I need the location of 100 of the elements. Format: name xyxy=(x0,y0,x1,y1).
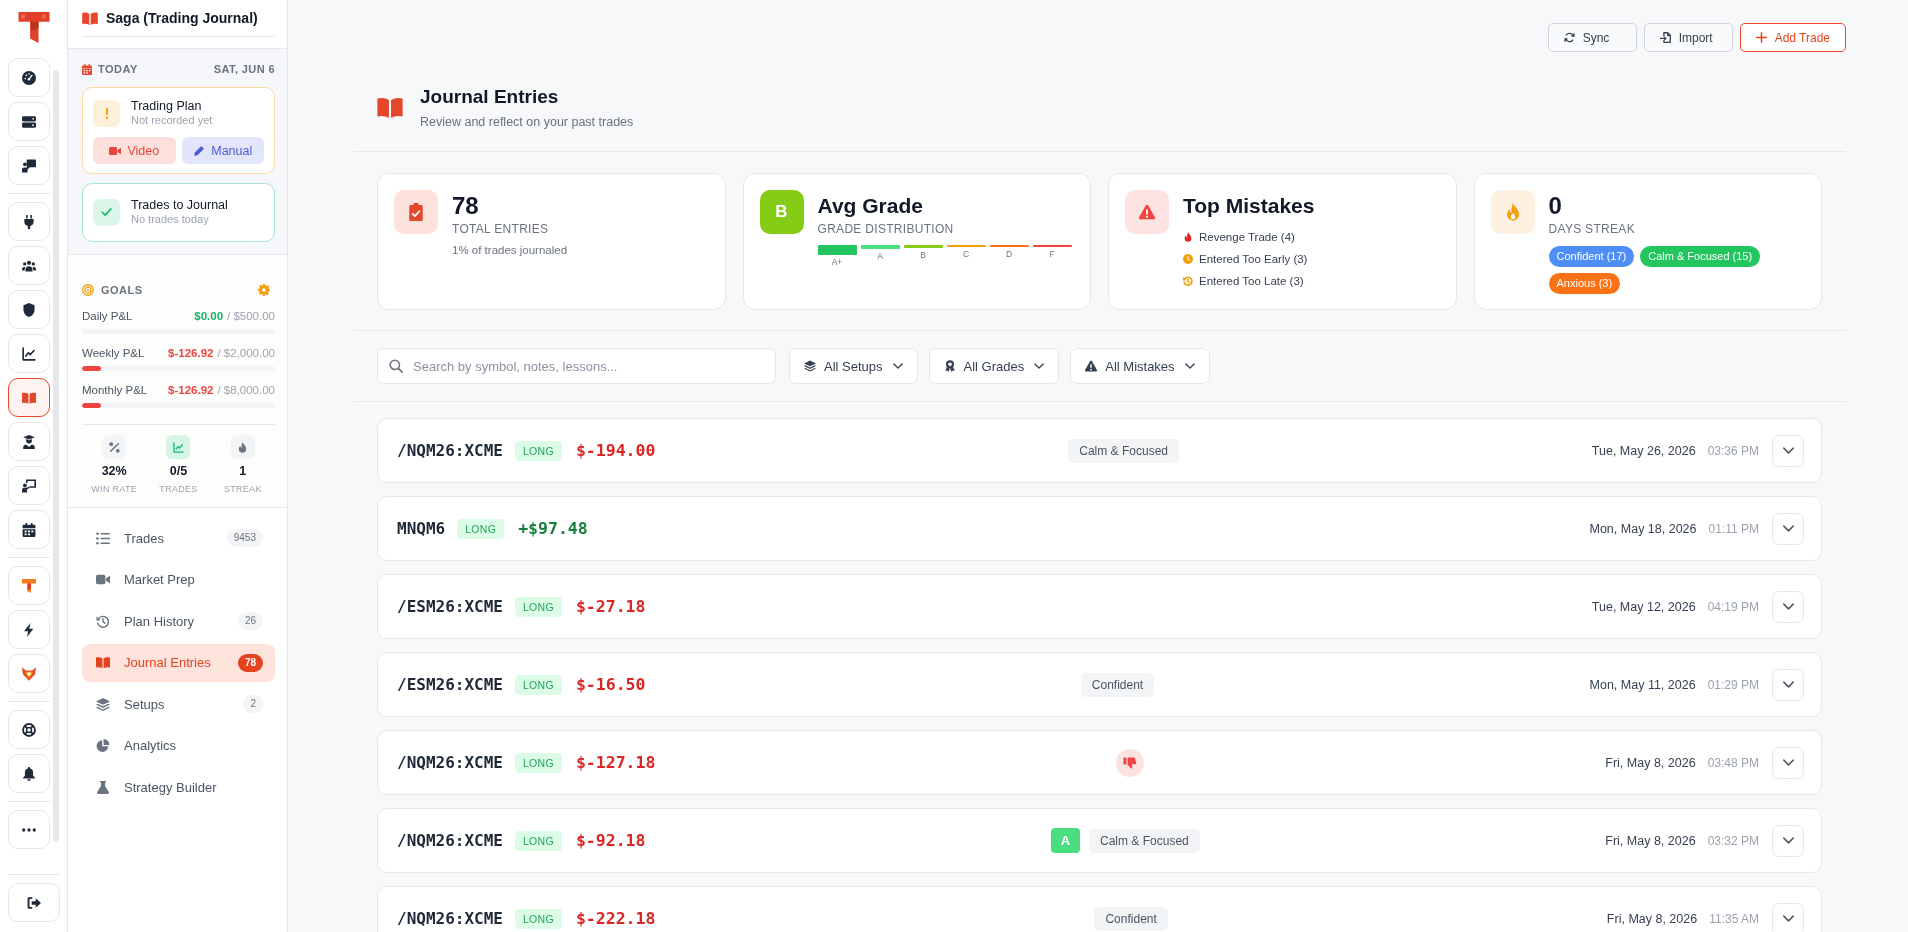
app-title: Saga (Trading Journal) xyxy=(106,10,258,26)
goal-target: / $2,000.00 xyxy=(217,347,275,359)
stat-note: 1% of trades journaled xyxy=(452,243,568,258)
layers-icon xyxy=(96,697,110,711)
mood-tag: Confident xyxy=(1080,672,1155,697)
stat-label: STREAK xyxy=(223,483,262,495)
clipboard-check-icon xyxy=(394,190,438,234)
side-badge: LONG xyxy=(514,440,562,461)
nav-item[interactable]: Setups 2 xyxy=(82,685,275,723)
caret-icon xyxy=(1184,363,1195,369)
filter-dropdown[interactable]: All Grades xyxy=(928,348,1060,384)
trade-row[interactable]: /NQM26:XCME LONG $-222.18 Confident Fri, May 8, 2026 11:35 AM xyxy=(377,886,1822,932)
trade-row[interactable]: MNQM6 LONG +$97.48 Mon, May 18, 2026 01:11 PM xyxy=(377,496,1822,561)
trade-row[interactable]: /ESM26:XCME LONG $-16.50 Confident Mon, May 11, 2026 01:29 PM xyxy=(377,652,1822,717)
expand-button[interactable] xyxy=(1772,668,1804,701)
expand-button[interactable] xyxy=(1772,434,1804,467)
bolt-icon xyxy=(22,622,36,637)
nav-item[interactable]: Analytics xyxy=(82,726,275,765)
card-title: Trades to Journal xyxy=(131,198,228,212)
shield-icon xyxy=(22,302,36,317)
side-badge: LONG xyxy=(457,518,505,539)
side-badge: LONG xyxy=(514,596,562,617)
grade-label: A xyxy=(877,251,883,261)
trade-time: 01:11 PM xyxy=(1708,521,1759,536)
logout-icon xyxy=(27,895,41,910)
nav-item[interactable]: Journal Entries 78 xyxy=(82,643,275,682)
mistake-label: Entered Too Late (3) xyxy=(1199,275,1304,287)
count-badge: 26 xyxy=(237,612,263,630)
count-badge: 78 xyxy=(237,653,263,672)
trade-row[interactable]: /ESM26:XCME LONG $-27.18 Tue, May 12, 2026 04:19 PM xyxy=(377,574,1822,639)
users-icon xyxy=(22,258,36,273)
nav-item[interactable]: Trades 9453 xyxy=(82,519,275,557)
calendar-icon xyxy=(22,522,36,537)
nav-item[interactable]: Market Prep xyxy=(82,560,275,599)
grade-label: D xyxy=(1005,249,1013,259)
pnl-value: $-194.00 xyxy=(575,441,656,460)
side-badge: LONG xyxy=(514,830,562,851)
book-icon xyxy=(82,11,98,25)
goal-value: $0.00 xyxy=(194,310,224,322)
expand-button[interactable] xyxy=(1772,902,1804,932)
expand-button[interactable] xyxy=(1772,824,1804,857)
card-title: Trading Plan xyxy=(131,99,203,113)
expand-button[interactable] xyxy=(1772,590,1804,623)
trade-symbol: /ESM26:XCME xyxy=(397,675,503,694)
goal-value: $-126.92 xyxy=(168,384,214,396)
search-field[interactable]: Search by symbol, notes, lessons... xyxy=(377,348,776,384)
trade-row[interactable]: /NQM26:XCME LONG $-127.18 Fri, May 8, 2026 03:48 PM xyxy=(377,730,1822,795)
trade-date: Fri, May 8, 2026 xyxy=(1605,755,1696,770)
pie-chart-icon xyxy=(96,739,110,752)
nav-item[interactable]: Plan History 26 xyxy=(82,602,275,640)
import-button[interactable]: Import xyxy=(1643,23,1733,52)
pnl-value: $-222.18 xyxy=(575,909,656,928)
manual-button[interactable]: Manual xyxy=(181,137,264,164)
side-badge: LONG xyxy=(514,674,562,695)
stat-label: TRADES xyxy=(159,483,198,495)
goal-name: Weekly P&L xyxy=(82,347,145,359)
gauge-icon xyxy=(22,70,36,85)
plus-icon xyxy=(1755,32,1767,43)
trade-time: 01:29 PM xyxy=(1707,677,1759,692)
chevron-down-icon xyxy=(1782,603,1794,610)
book-icon xyxy=(22,390,36,405)
fire-icon xyxy=(1490,190,1535,234)
trade-symbol: /NQM26:XCME xyxy=(397,441,503,460)
scrollbar[interactable] xyxy=(53,70,59,842)
trade-symbol: /NQM26:XCME xyxy=(397,753,503,772)
stat-label: WIN RATE xyxy=(91,483,138,495)
trade-row[interactable]: /NQM26:XCME LONG $-194.00 Calm & Focused Tue, May 26, 2026 03:36 PM xyxy=(377,418,1822,483)
stat-value: Top Mistakes xyxy=(1183,193,1315,219)
trade-time: 11:35 AM xyxy=(1709,911,1759,926)
calendar-icon xyxy=(82,63,92,75)
stat-label: DAYS STREAK xyxy=(1548,221,1636,237)
trade-row[interactable]: /NQM26:XCME LONG $-92.18 A Calm & Focused Fri, May 8, 2026 03:32 PM xyxy=(377,808,1822,873)
side-badge: LONG xyxy=(514,752,562,773)
logout-button[interactable] xyxy=(8,883,60,922)
section-label: GOALS xyxy=(101,284,143,296)
expand-button[interactable] xyxy=(1772,746,1804,779)
mistake-label: Revenge Trade (4) xyxy=(1199,231,1295,243)
grade-badge: B xyxy=(759,190,804,234)
filter-dropdown[interactable]: All Setups xyxy=(789,348,918,384)
video-camera-icon xyxy=(96,573,110,586)
chevron-down-icon xyxy=(1782,681,1794,688)
nav-item[interactable]: Strategy Builder xyxy=(82,768,275,806)
grade-label: F xyxy=(1049,249,1055,259)
search-icon xyxy=(389,359,403,373)
mood-tag: Confident (17) xyxy=(1548,246,1635,267)
plug-icon xyxy=(22,214,36,229)
pnl-value: +$97.48 xyxy=(518,519,588,538)
add-trade-button[interactable]: Add Trade xyxy=(1739,23,1846,52)
sync-button[interactable]: Sync xyxy=(1547,23,1637,52)
pnl-value: $-27.18 xyxy=(575,597,646,616)
trade-date: Fri, May 8, 2026 xyxy=(1605,833,1696,848)
page-title: Journal Entries xyxy=(420,85,560,109)
settings-icon[interactable] xyxy=(258,284,270,296)
expand-button[interactable] xyxy=(1772,512,1804,545)
layers-icon xyxy=(804,360,816,372)
stat-value: 32% xyxy=(101,464,127,478)
grade-label: B xyxy=(920,250,926,260)
count-badge: 2 xyxy=(243,695,263,713)
goal-value: $-126.92 xyxy=(168,347,214,359)
filter-dropdown[interactable]: All Mistakes xyxy=(1070,348,1210,384)
